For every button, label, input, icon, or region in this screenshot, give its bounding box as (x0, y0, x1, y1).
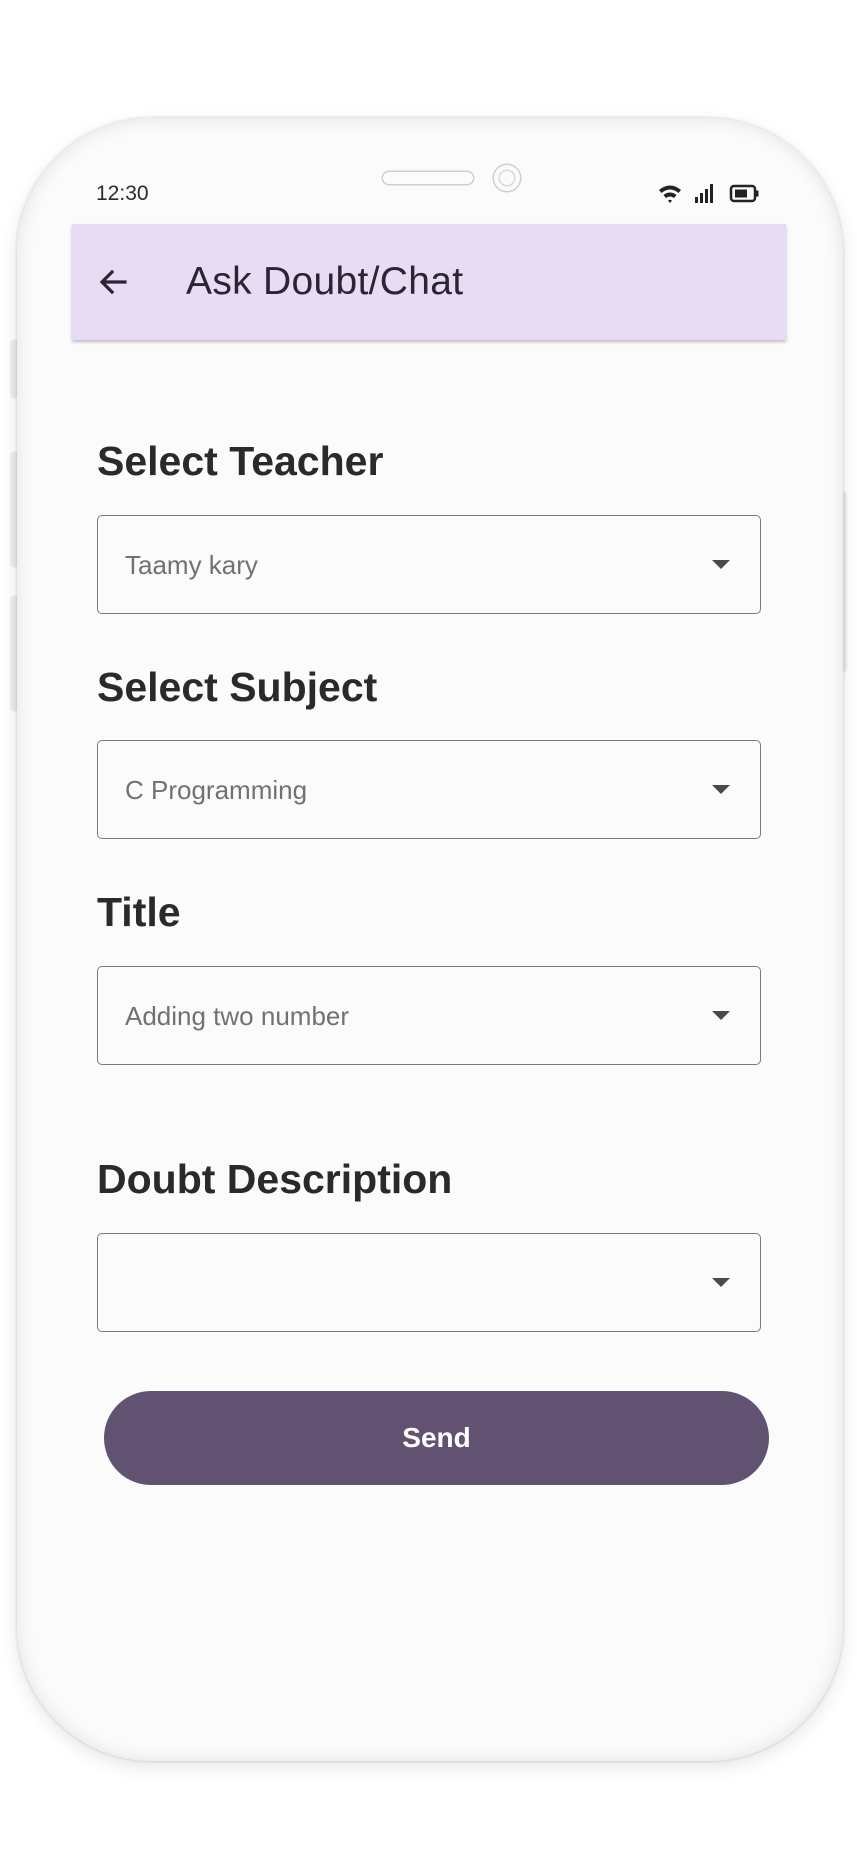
wifi-icon (659, 185, 681, 203)
arrow-left-icon (99, 269, 127, 295)
description-dropdown[interactable] (97, 1233, 761, 1332)
caret-down-icon (712, 560, 730, 569)
send-button[interactable]: Send (104, 1391, 769, 1485)
battery-icon (729, 184, 759, 203)
front-camera (494, 165, 520, 191)
title-dropdown[interactable]: Adding two number (97, 966, 761, 1065)
status-time: 12:30 (96, 182, 149, 205)
subject-label: Select Subject (97, 664, 378, 710)
title-label: Title (97, 889, 181, 935)
caret-down-icon (712, 1278, 730, 1287)
status-icons (655, 180, 760, 210)
page-title: Ask Doubt/Chat (186, 260, 464, 303)
subject-value: C Programming (125, 775, 308, 805)
subject-dropdown[interactable]: C Programming (97, 740, 761, 839)
teacher-label: Select Teacher (97, 438, 384, 484)
speaker-grille (383, 172, 473, 184)
phone-frame (17, 118, 843, 1761)
title-value: Adding two number (125, 1001, 350, 1031)
screen: 12:30 Ask Doubt/Chat Select Teacher Taam… (0, 0, 857, 1869)
teacher-dropdown[interactable]: Taamy kary (97, 515, 761, 614)
description-label: Doubt Description (97, 1156, 453, 1202)
teacher-value: Taamy kary (125, 550, 258, 580)
caret-down-icon (712, 1011, 730, 1020)
signal-icon (695, 184, 713, 203)
app-bar: Ask Doubt/Chat (72, 224, 786, 340)
back-button[interactable] (94, 262, 134, 302)
caret-down-icon (712, 785, 730, 794)
